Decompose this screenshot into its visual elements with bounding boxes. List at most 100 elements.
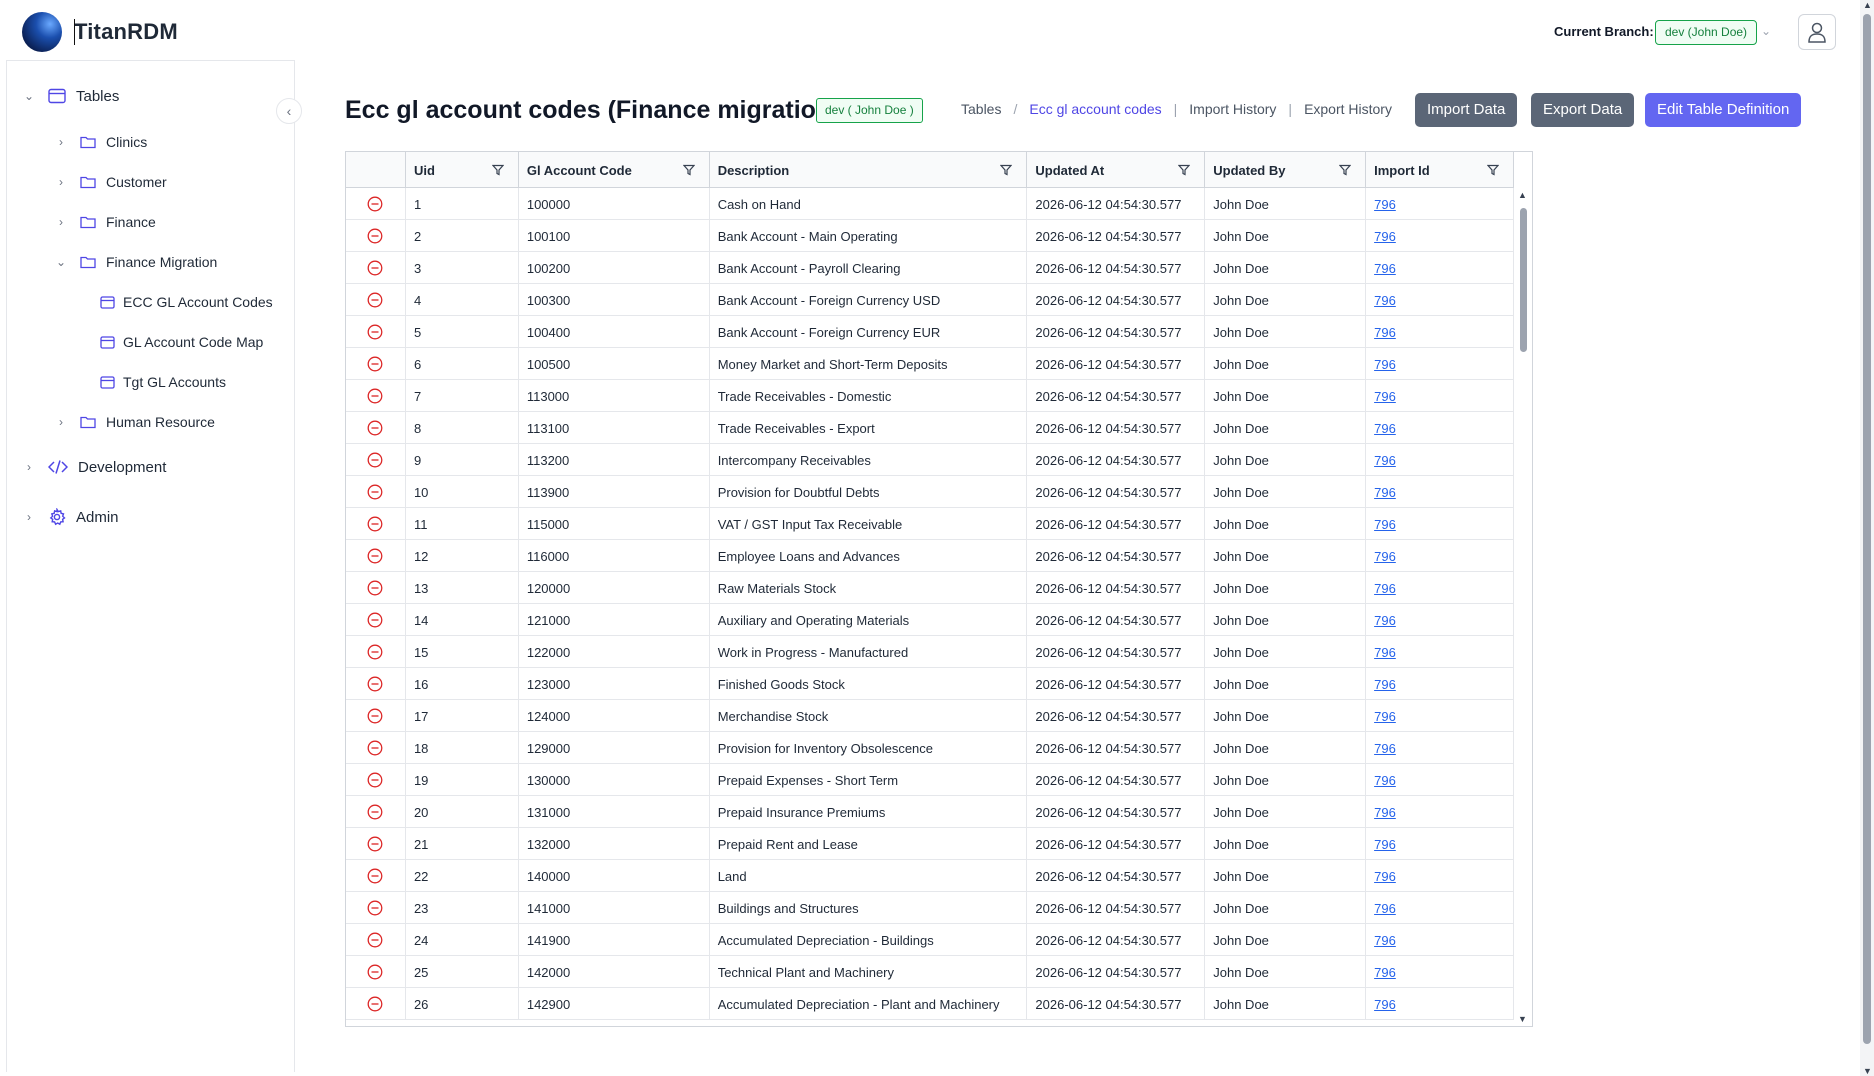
cell-updated-by[interactable]: John Doe <box>1205 252 1367 284</box>
chevron-down-icon[interactable]: ⌄ <box>54 255 68 269</box>
import-id-link[interactable]: 796 <box>1374 581 1396 596</box>
cell-description[interactable]: Prepaid Insurance Premiums <box>710 796 1028 828</box>
cell-description[interactable]: Accumulated Depreciation - Buildings <box>710 924 1028 956</box>
sidebar-item-finance-migration[interactable]: ⌄ Finance Migration <box>54 250 217 274</box>
cell-description[interactable]: Bank Account - Main Operating <box>710 220 1028 252</box>
cell-updated-by[interactable]: John Doe <box>1205 348 1367 380</box>
scroll-up-arrow-icon[interactable]: ▲ <box>1863 0 1872 10</box>
cell-updated-at[interactable]: 2026-06-12 04:54:30.577 <box>1027 668 1206 700</box>
delete-row-button[interactable] <box>346 540 406 572</box>
import-id-link[interactable]: 796 <box>1374 229 1396 244</box>
import-id-link[interactable]: 796 <box>1374 997 1396 1012</box>
sidebar-item-gl-account-code-map[interactable]: GL Account Code Map <box>88 330 263 354</box>
cell-uid[interactable]: 25 <box>406 956 519 988</box>
cell-gl-account-code[interactable]: 113900 <box>519 476 710 508</box>
edit-table-definition-button[interactable]: Edit Table Definition <box>1645 93 1802 127</box>
cell-import-id[interactable]: 796 <box>1366 604 1514 636</box>
cell-import-id[interactable]: 796 <box>1366 412 1514 444</box>
import-id-link[interactable]: 796 <box>1374 933 1396 948</box>
delete-row-button[interactable] <box>346 828 406 860</box>
sidebar-item-admin[interactable]: › Admin <box>22 505 119 529</box>
cell-import-id[interactable]: 796 <box>1366 220 1514 252</box>
cell-updated-at[interactable]: 2026-06-12 04:54:30.577 <box>1027 444 1206 476</box>
filter-icon[interactable] <box>1000 164 1013 176</box>
cell-import-id[interactable]: 796 <box>1366 348 1514 380</box>
cell-updated-at[interactable]: 2026-06-12 04:54:30.577 <box>1027 284 1206 316</box>
cell-uid[interactable]: 22 <box>406 860 519 892</box>
cell-description[interactable]: Merchandise Stock <box>710 700 1028 732</box>
cell-description[interactable]: Buildings and Structures <box>710 892 1028 924</box>
cell-updated-at[interactable]: 2026-06-12 04:54:30.577 <box>1027 764 1206 796</box>
table-row[interactable]: 6 100500 Money Market and Short-Term Depos… <box>346 348 1514 380</box>
cell-updated-at[interactable]: 2026-06-12 04:54:30.577 <box>1027 252 1206 284</box>
cell-updated-at[interactable]: 2026-06-12 04:54:30.577 <box>1027 380 1206 412</box>
cell-updated-at[interactable]: 2026-06-12 04:54:30.577 <box>1027 476 1206 508</box>
cell-import-id[interactable]: 796 <box>1366 732 1514 764</box>
cell-gl-account-code[interactable]: 100400 <box>519 316 710 348</box>
branch-selector[interactable]: dev (John Doe) <box>1655 20 1758 45</box>
export-data-button[interactable]: Export Data <box>1531 93 1635 127</box>
cell-updated-at[interactable]: 2026-06-12 04:54:30.577 <box>1027 636 1206 668</box>
table-row[interactable]: 3 100200 Bank Account - Payroll Clearing 20… <box>346 252 1514 284</box>
delete-row-button[interactable] <box>346 348 406 380</box>
cell-uid[interactable]: 14 <box>406 604 519 636</box>
cell-import-id[interactable]: 796 <box>1366 444 1514 476</box>
import-id-link[interactable]: 796 <box>1374 709 1396 724</box>
cell-updated-by[interactable]: John Doe <box>1205 476 1367 508</box>
cell-description[interactable]: Raw Materials Stock <box>710 572 1028 604</box>
cell-gl-account-code[interactable]: 131000 <box>519 796 710 828</box>
table-row[interactable]: 16 123000 Finished Goods Stock 2026-06-12 0… <box>346 668 1514 700</box>
import-id-link[interactable]: 796 <box>1374 773 1396 788</box>
scrollbar-thumb[interactable] <box>1520 208 1527 352</box>
column-header-gl-account-code[interactable]: Gl Account Code <box>519 152 710 188</box>
import-id-link[interactable]: 796 <box>1374 325 1396 340</box>
cell-updated-by[interactable]: John Doe <box>1205 796 1367 828</box>
delete-row-button[interactable] <box>346 572 406 604</box>
table-row[interactable]: 13 120000 Raw Materials Stock 2026-06-12 04… <box>346 572 1514 604</box>
cell-updated-at[interactable]: 2026-06-12 04:54:30.577 <box>1027 412 1206 444</box>
cell-uid[interactable]: 13 <box>406 572 519 604</box>
cell-import-id[interactable]: 796 <box>1366 540 1514 572</box>
table-row[interactable]: 11 115000 VAT / GST Input Tax Receivable 20… <box>346 508 1514 540</box>
table-row[interactable]: 14 121000 Auxiliary and Operating Material… <box>346 604 1514 636</box>
cell-description[interactable]: Cash on Hand <box>710 188 1028 220</box>
delete-row-button[interactable] <box>346 284 406 316</box>
cell-gl-account-code[interactable]: 141000 <box>519 892 710 924</box>
cell-description[interactable]: Prepaid Rent and Lease <box>710 828 1028 860</box>
table-row[interactable]: 25 142000 Technical Plant and Machinery 202… <box>346 956 1514 988</box>
cell-uid[interactable]: 5 <box>406 316 519 348</box>
chevron-right-icon[interactable]: › <box>54 215 68 229</box>
filter-icon[interactable] <box>1486 164 1499 176</box>
table-row[interactable]: 18 129000 Provision for Inventory Obsolesc… <box>346 732 1514 764</box>
cell-gl-account-code[interactable]: 121000 <box>519 604 710 636</box>
cell-updated-at[interactable]: 2026-06-12 04:54:30.577 <box>1027 956 1206 988</box>
cell-description[interactable]: Finished Goods Stock <box>710 668 1028 700</box>
cell-gl-account-code[interactable]: 113200 <box>519 444 710 476</box>
import-id-link[interactable]: 796 <box>1374 869 1396 884</box>
cell-gl-account-code[interactable]: 129000 <box>519 732 710 764</box>
sidebar-item-human-resource[interactable]: › Human Resource <box>54 410 215 434</box>
cell-gl-account-code[interactable]: 113100 <box>519 412 710 444</box>
sidebar-item-tgt-gl-accounts[interactable]: Tgt GL Accounts <box>88 370 226 394</box>
table-row[interactable]: 10 113900 Provision for Doubtful Debts 2026… <box>346 476 1514 508</box>
import-id-link[interactable]: 796 <box>1374 261 1396 276</box>
collapse-sidebar-button[interactable]: ‹ <box>276 98 302 124</box>
sidebar-item-clinics[interactable]: › Clinics <box>54 130 147 154</box>
cell-gl-account-code[interactable]: 142900 <box>519 988 710 1020</box>
chevron-right-icon[interactable]: › <box>22 460 36 474</box>
table-row[interactable]: 12 116000 Employee Loans and Advances 2026-… <box>346 540 1514 572</box>
cell-uid[interactable]: 10 <box>406 476 519 508</box>
delete-row-button[interactable] <box>346 444 406 476</box>
cell-description[interactable]: Land <box>710 860 1028 892</box>
cell-gl-account-code[interactable]: 100300 <box>519 284 710 316</box>
delete-row-button[interactable] <box>346 380 406 412</box>
cell-import-id[interactable]: 796 <box>1366 828 1514 860</box>
cell-gl-account-code[interactable]: 132000 <box>519 828 710 860</box>
cell-uid[interactable]: 20 <box>406 796 519 828</box>
delete-row-button[interactable] <box>346 668 406 700</box>
cell-gl-account-code[interactable]: 141900 <box>519 924 710 956</box>
cell-updated-at[interactable]: 2026-06-12 04:54:30.577 <box>1027 508 1206 540</box>
import-id-link[interactable]: 796 <box>1374 453 1396 468</box>
cell-updated-at[interactable]: 2026-06-12 04:54:30.577 <box>1027 572 1206 604</box>
scroll-down-arrow-icon[interactable]: ▼ <box>1518 1014 1527 1024</box>
